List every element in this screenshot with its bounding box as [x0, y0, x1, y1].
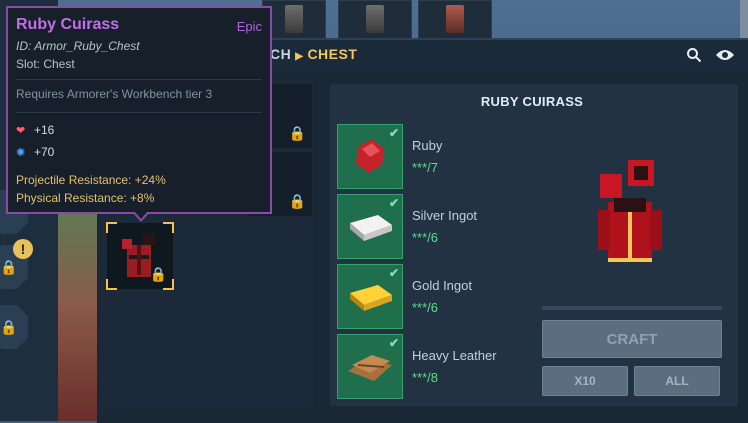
- stat-value: +70: [34, 145, 55, 159]
- ingredient-count: ***/8: [412, 370, 439, 385]
- ingredient-name: Silver Ingot: [412, 208, 478, 223]
- breadcrumb-separator-icon: ▶: [295, 51, 304, 62]
- tooltip-divider: [16, 79, 262, 80]
- armor-icon: [446, 5, 464, 33]
- lock-icon: 🔒: [0, 258, 18, 275]
- check-icon: ✔: [388, 266, 399, 280]
- heart-icon: ❤: [16, 124, 26, 137]
- craft-all-button[interactable]: ALL: [634, 366, 720, 396]
- tooltip-item-id: ID: Armor_Ruby_Chest: [16, 39, 140, 53]
- ingredient-name: Heavy Leather: [412, 348, 497, 363]
- ingredient-count: ***/7: [412, 160, 439, 175]
- craft-button[interactable]: CRAFT: [542, 320, 722, 358]
- check-icon: ✔: [388, 196, 399, 210]
- tooltip-stat-health: ❤ +16: [16, 123, 54, 137]
- ingredient-count: ***/6: [412, 230, 439, 245]
- lock-icon: 🔒: [149, 266, 167, 282]
- armor-icon: [285, 5, 303, 33]
- top-item-slot[interactable]: [338, 0, 412, 40]
- check-icon: ✔: [388, 126, 399, 140]
- ingredient-slot[interactable]: ✔: [337, 194, 403, 259]
- tooltip-resistance: Physical Resistance: +8%: [16, 191, 155, 205]
- breadcrumb: CH ▶ CHEST: [270, 46, 357, 62]
- alert-icon: !: [13, 239, 33, 259]
- selected-item-slot[interactable]: 🔒: [106, 222, 174, 290]
- ingredient-name: Gold Ingot: [412, 278, 472, 293]
- mana-icon: ✺: [16, 146, 26, 159]
- stat-value: +16: [34, 123, 55, 137]
- eye-icon[interactable]: [714, 45, 736, 65]
- breadcrumb-partial[interactable]: CH: [270, 46, 291, 62]
- tooltip-stat-mana: ✺ +70: [16, 145, 54, 159]
- top-item-slot[interactable]: [418, 0, 492, 40]
- ingredient-name: Ruby: [412, 138, 443, 153]
- lock-icon: 🔒: [288, 125, 306, 141]
- lock-icon: 🔒: [288, 193, 306, 209]
- ingredient-slot[interactable]: ✔: [337, 334, 403, 399]
- ingredient-count: ***/6: [412, 300, 439, 315]
- tooltip-resistance: Projectile Resistance: +24%: [16, 173, 166, 187]
- tooltip-requirement: Requires Armorer's Workbench tier 3: [16, 87, 213, 101]
- ingredient-slot[interactable]: ✔: [337, 124, 403, 189]
- ingredient-slot[interactable]: ✔: [337, 264, 403, 329]
- tooltip-item-name: Ruby Cuirass: [16, 16, 120, 33]
- recipe-title: RUBY CUIRASS: [480, 94, 584, 109]
- background-pillar: [58, 210, 98, 421]
- tooltip-divider: [16, 112, 262, 113]
- recipe-panel: RUBY CUIRASS ✔ Ruby ***/7 ✔ Silver Ingot…: [330, 84, 738, 406]
- craft-x10-button[interactable]: X10: [542, 366, 628, 396]
- item-preview: [598, 160, 662, 262]
- armor-icon: [366, 5, 384, 33]
- search-icon[interactable]: [684, 45, 704, 65]
- craft-progress-bar: [542, 306, 722, 310]
- lock-icon: 🔒: [0, 318, 18, 335]
- item-tooltip: Ruby Cuirass Epic ID: Armor_Ruby_Chest S…: [6, 6, 272, 214]
- check-icon: ✔: [388, 336, 399, 350]
- tooltip-item-slot: Slot: Chest: [16, 57, 75, 71]
- breadcrumb-current: CHEST: [307, 46, 358, 62]
- tooltip-rarity: Epic: [236, 19, 262, 34]
